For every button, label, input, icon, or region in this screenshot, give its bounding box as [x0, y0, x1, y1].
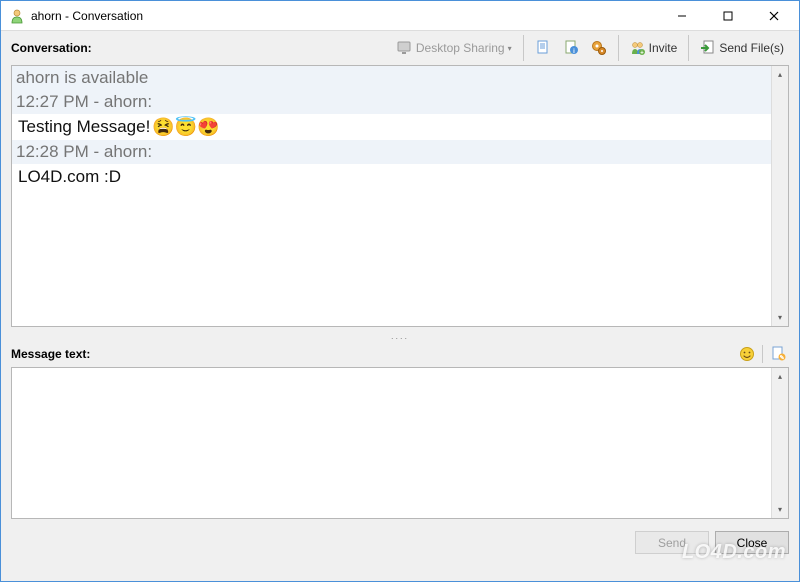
maximize-button[interactable] [705, 1, 751, 30]
conversation-label: Conversation: [11, 41, 92, 55]
info-button[interactable]: i [558, 38, 584, 58]
vertical-scrollbar[interactable]: ▴ ▾ [771, 368, 788, 518]
svg-text:+: + [640, 51, 644, 57]
toolbar-buttons: Desktop Sharing ▾ i [392, 35, 789, 61]
separator [523, 35, 524, 61]
send-button[interactable]: Send [635, 531, 709, 554]
vertical-scrollbar[interactable]: ▴ ▾ [771, 66, 788, 326]
conversation-area: ahorn is available 12:27 PM - ahorn: Tes… [11, 65, 789, 327]
bottom-bar: Send Close [1, 525, 799, 562]
scroll-up-arrow[interactable]: ▴ [772, 368, 788, 385]
splitter-handle[interactable]: .... [1, 331, 799, 343]
toolbar: Conversation: Desktop Sharing ▾ i [1, 31, 799, 65]
info-icon: i [563, 40, 579, 56]
message-timestamp: 12:28 PM - ahorn: [12, 140, 771, 164]
chevron-down-icon: ▾ [508, 44, 512, 53]
separator [762, 345, 763, 363]
desktop-sharing-label: Desktop Sharing [416, 41, 505, 55]
message-text-content: Testing Message! [18, 117, 150, 137]
invite-label: Invite [649, 41, 678, 55]
emoji-group: 😫😇😍 [152, 118, 219, 136]
user-icon [9, 8, 25, 24]
close-window-button[interactable] [751, 1, 797, 30]
titlebar: ahorn - Conversation [1, 1, 799, 31]
message-text-content: LO4D.com :D [18, 167, 121, 187]
minimize-button[interactable] [659, 1, 705, 30]
window-title: ahorn - Conversation [9, 8, 659, 24]
message-input-area: ▴ ▾ [11, 367, 789, 519]
message-text: Testing Message! 😫😇😍 [12, 114, 771, 140]
gear-icon [591, 40, 607, 56]
copy-button[interactable] [530, 38, 556, 58]
attach-button[interactable]: ✎ [767, 344, 789, 364]
send-file-icon [700, 40, 716, 56]
send-files-button[interactable]: Send File(s) [695, 38, 789, 58]
conversation-window: ahorn - Conversation Conversation: Deskt… [0, 0, 800, 582]
scroll-down-arrow[interactable]: ▾ [772, 309, 788, 326]
message-text: LO4D.com :D [12, 164, 771, 190]
input-toolbar: Message text: ✎ [1, 343, 799, 365]
svg-text:✎: ✎ [779, 355, 784, 362]
message-input[interactable] [12, 368, 771, 518]
smiley-icon [739, 346, 755, 362]
settings-button[interactable] [586, 38, 612, 58]
scroll-up-arrow[interactable]: ▴ [772, 66, 788, 83]
conversation-log[interactable]: ahorn is available 12:27 PM - ahorn: Tes… [12, 66, 771, 326]
separator [688, 35, 689, 61]
window-title-text: ahorn - Conversation [31, 9, 143, 23]
new-document-icon: ✎ [770, 346, 786, 362]
close-button[interactable]: Close [715, 531, 789, 554]
message-text-label: Message text: [11, 347, 90, 361]
invite-icon: + [630, 40, 646, 56]
separator [618, 35, 619, 61]
scroll-down-arrow[interactable]: ▾ [772, 501, 788, 518]
monitor-icon [397, 40, 413, 56]
send-files-label: Send File(s) [719, 41, 784, 55]
document-icon [535, 40, 551, 56]
scroll-track[interactable] [772, 385, 788, 501]
emoji-button[interactable] [736, 344, 758, 364]
invite-button[interactable]: + Invite [625, 38, 683, 58]
message-timestamp: 12:27 PM - ahorn: [12, 90, 771, 114]
status-line: ahorn is available [12, 66, 771, 90]
desktop-sharing-button[interactable]: Desktop Sharing ▾ [392, 38, 517, 58]
scroll-track[interactable] [772, 83, 788, 309]
